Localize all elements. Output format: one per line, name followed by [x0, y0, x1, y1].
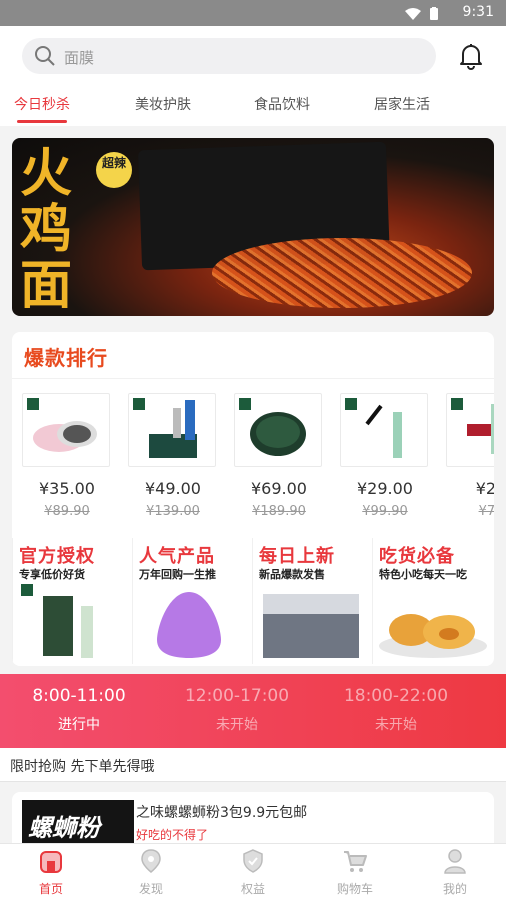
flash-sale-note-text: 限时抢购 先下单先得哦 [10, 759, 155, 775]
banner-badge: 超辣 [96, 152, 132, 188]
promo-subtitle: 专享低价好货 [19, 568, 85, 581]
tab-food-drinks[interactable]: 食品饮料 [254, 94, 310, 114]
bottom-nav: 首页 发现 权益 购物车 我的 [0, 843, 506, 900]
deal-tag: 好吃的不得了 [136, 828, 209, 842]
product-card[interactable]: ¥26 ¥79 [446, 393, 494, 519]
promo-title: 人气产品 [139, 546, 215, 567]
bell-icon[interactable] [458, 42, 484, 74]
tab-beauty-skincare[interactable]: 美妆护肤 [135, 94, 191, 114]
promo-image [379, 614, 487, 658]
product-price: ¥35.00 [39, 479, 95, 498]
brand-logo-icon [133, 398, 145, 410]
product-image [234, 393, 322, 467]
product-card[interactable]: ¥49.00 ¥139.00 [128, 393, 218, 519]
product-original-price: ¥89.90 [44, 504, 90, 519]
time-slot[interactable]: 18:00-22:00 未开始 [316, 686, 476, 734]
product-image [128, 393, 216, 467]
location-icon [101, 848, 201, 874]
promo-subtitle: 新品爆款发售 [259, 568, 325, 581]
status-bar: 9:31 [0, 0, 506, 26]
time-slot-active[interactable]: 8:00-11:00 进行中 [0, 686, 159, 734]
brand-logo-icon [239, 398, 251, 410]
tab-home-living[interactable]: 居家生活 [374, 94, 430, 114]
top-bar: 面膜 今日秒杀 美妆护肤 食品饮料 居家生活 [0, 26, 506, 126]
product-original-price: ¥99.90 [362, 504, 408, 519]
flash-sale-bar: 8:00-11:00 进行中 12:00-17:00 未开始 18:00-22:… [0, 674, 506, 748]
tab-today-flash-sale[interactable]: 今日秒杀 [14, 94, 70, 114]
promo-image [21, 584, 93, 658]
product-price: ¥69.00 [251, 479, 307, 498]
brand-logo-icon [451, 398, 463, 410]
nav-label: 首页 [38, 882, 63, 896]
time-slot-status: 未开始 [375, 717, 417, 733]
time-slot-time: 8:00-11:00 [32, 686, 126, 706]
category-tabs: 今日秒杀 美妆护肤 食品饮料 居家生活 [0, 88, 506, 126]
flash-sale-note: 限时抢购 先下单先得哦 [0, 748, 506, 782]
home-icon [1, 848, 101, 874]
wifi-battery-icon [405, 7, 438, 20]
nav-home[interactable]: 首页 [1, 848, 101, 897]
promo-official-authorized[interactable]: 官方授权 专享低价好货 [12, 538, 129, 664]
promo-tiles: 官方授权 专享低价好货 人气产品 万年回购一生推 每日上新 新品爆款发售 吃货必… [12, 534, 494, 666]
deal-name: 之味螺螺蛳粉3包9.9元包邮 [136, 805, 308, 821]
cart-icon [305, 848, 405, 874]
time-slot[interactable]: 12:00-17:00 未开始 [157, 686, 317, 734]
product-list: ¥35.00 ¥89.90 ¥49.00 ¥139.00 ¥69.00 ¥189… [12, 378, 494, 528]
hot-ranking-title: 爆款排行 [24, 346, 108, 370]
product-original-price: ¥79 [478, 504, 494, 519]
brand-logo-icon [345, 398, 357, 410]
time-slot-time: 12:00-17:00 [184, 686, 290, 706]
product-image [340, 393, 428, 467]
promo-image [157, 592, 221, 658]
status-time: 9:31 [462, 4, 494, 20]
nav-discover[interactable]: 发现 [101, 848, 201, 897]
product-image [22, 393, 110, 467]
nav-label: 权益 [240, 882, 265, 896]
brand-logo-icon [27, 398, 39, 410]
promo-image [263, 594, 359, 658]
promo-popular-products[interactable]: 人气产品 万年回购一生推 [132, 538, 249, 664]
promo-foodie-essentials[interactable]: 吃货必备 特色小吃每天一吃 [372, 538, 489, 664]
product-price: ¥26 [475, 479, 494, 498]
nav-me[interactable]: 我的 [405, 848, 505, 897]
nav-label: 购物车 [336, 882, 373, 896]
promo-title: 吃货必备 [379, 546, 455, 567]
product-original-price: ¥189.90 [252, 504, 306, 519]
product-original-price: ¥139.00 [146, 504, 200, 519]
product-card[interactable]: ¥29.00 ¥99.90 [340, 393, 430, 519]
hot-ranking-card: 爆款排行 ¥35.00 ¥89.90 ¥49.00 ¥139.00 ¥69.00 [12, 332, 494, 666]
nav-cart[interactable]: 购物车 [305, 848, 405, 897]
banner-noodles-image [212, 238, 472, 308]
user-icon [405, 848, 505, 874]
search-input[interactable]: 面膜 [22, 38, 436, 74]
search-placeholder: 面膜 [64, 49, 95, 67]
product-card[interactable]: ¥69.00 ¥189.90 [234, 393, 324, 519]
promo-subtitle: 特色小吃每天一吃 [379, 568, 467, 581]
promo-title: 每日上新 [259, 546, 335, 567]
time-slot-time: 18:00-22:00 [343, 686, 449, 706]
active-tab-indicator [17, 120, 67, 123]
promo-subtitle: 万年回购一生推 [139, 568, 216, 581]
product-image [446, 393, 494, 467]
nav-benefits[interactable]: 权益 [203, 848, 303, 897]
banner-title: 火鸡面 [20, 143, 73, 316]
nav-label: 发现 [138, 882, 163, 896]
promo-daily-new[interactable]: 每日上新 新品爆款发售 [252, 538, 369, 664]
nav-label: 我的 [442, 882, 467, 896]
time-slot-status: 未开始 [216, 717, 258, 733]
status-icons [404, 6, 444, 25]
promo-title: 官方授权 [19, 546, 95, 567]
shield-icon [203, 848, 303, 874]
product-card[interactable]: ¥35.00 ¥89.90 [22, 393, 112, 519]
deal-thumbnail-text: 螺蛳粉 [28, 813, 100, 842]
product-price: ¥49.00 [145, 479, 201, 498]
time-slot-status: 进行中 [58, 717, 100, 733]
search-icon [34, 45, 56, 71]
product-price: ¥29.00 [357, 479, 413, 498]
promo-banner[interactable]: 火鸡面 超辣 [12, 138, 494, 316]
